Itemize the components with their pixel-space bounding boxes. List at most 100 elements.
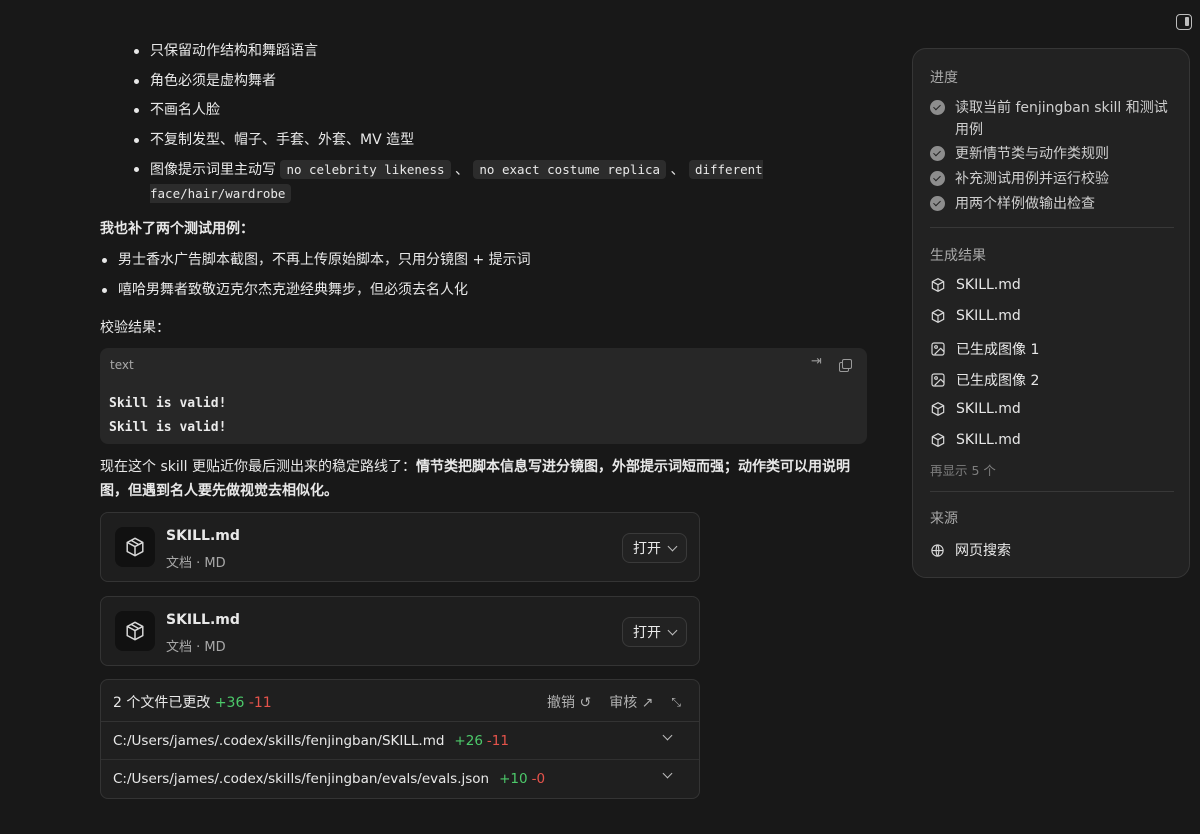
lines-added: +36 [214, 695, 245, 711]
file-name: SKILL.md [166, 612, 240, 628]
open-label: 打开 [633, 541, 661, 557]
changed-file-row[interactable]: C:/Users/james/.codex/skills/fenjingban/… [101, 722, 699, 760]
chevron-down-icon[interactable] [662, 730, 673, 741]
chevron-down-icon [667, 541, 678, 551]
progress-panel: 进度 读取当前 fenjingban skill 和测试用例 更新情节类与动作类… [912, 48, 1190, 578]
changed-files-title: 2 个文件已更改 +36 -11 [113, 692, 272, 712]
file-card[interactable]: SKILL.md 文档 · MD 打开 [100, 596, 700, 666]
progress-title: 进度 [930, 70, 958, 86]
check-circle-icon [930, 196, 945, 211]
review-button[interactable]: 审核 ↗ [609, 692, 653, 712]
open-button[interactable]: 打开 [622, 617, 687, 647]
undo-button[interactable]: 撤销 ↺ [547, 692, 591, 712]
divider [930, 227, 1174, 228]
test-case-list: 男士香水广告脚本截图，不再上传原始脚本，只用分镜图 + 提示词 嘻哈男舞者致敬迈… [96, 249, 856, 301]
file-meta: 文档 · MD [166, 556, 226, 571]
cube-icon [115, 611, 155, 651]
list-item: 男士香水广告脚本截图，不再上传原始脚本，只用分镜图 + 提示词 [96, 249, 856, 271]
list-item: 角色必须是虚构舞者 [128, 70, 868, 92]
code-language-label: text [110, 358, 134, 372]
source-item[interactable]: 网页搜索 [930, 540, 1011, 560]
show-more-link[interactable]: 再显示 5 个 [930, 460, 996, 479]
rule-list: 只保留动作结构和舞蹈语言 角色必须是虚构舞者 不画名人脸 不复制发型、帽子、手套… [128, 40, 868, 214]
file-path: C:/Users/james/.codex/skills/fenjingban/… [113, 732, 445, 749]
collapse-icon[interactable]: ⤡ [671, 695, 681, 710]
cube-icon [931, 278, 945, 292]
check-circle-icon [930, 171, 945, 186]
list-item: 嘻哈男舞者致敬迈克尔杰克逊经典舞步，但必须去名人化 [96, 279, 856, 301]
cube-icon [115, 527, 155, 567]
result-label: SKILL.md [956, 308, 1021, 324]
external-arrow-icon: ↗ [641, 695, 654, 711]
result-label: 已生成图像 1 [956, 342, 1040, 358]
wrap-icon[interactable] [811, 354, 825, 372]
progress-step: 用两个样例做输出检查 [930, 193, 1180, 215]
changed-files-card: 2 个文件已更改 +36 -11 撤销 ↺ 审核 ↗ ⤡ C:/Users/ja… [100, 679, 700, 799]
result-item[interactable]: SKILL.md [930, 401, 1021, 417]
lines-added: +26 [454, 732, 483, 749]
separator: 、 [454, 162, 469, 179]
cube-icon [931, 433, 945, 447]
undo-icon: ↺ [579, 695, 592, 711]
step-label: 补充测试用例并运行校验 [955, 171, 1109, 187]
chevron-down-icon [667, 625, 678, 635]
changed-file-row[interactable]: C:/Users/james/.codex/skills/fenjingban/… [101, 760, 699, 798]
file-name: SKILL.md [166, 528, 240, 544]
file-card[interactable]: SKILL.md 文档 · MD 打开 [100, 512, 700, 582]
list-item: 不复制发型、帽子、手套、外套、MV 造型 [128, 129, 868, 151]
result-label: SKILL.md [956, 277, 1021, 293]
result-item[interactable]: 已生成图像 1 [930, 339, 1039, 359]
result-label: 已生成图像 2 [956, 373, 1040, 389]
summary-text: 现在这个 skill 更贴近你最后测出来的稳定路线了：情节类把脚本信息写进分镜图… [100, 455, 870, 503]
cube-icon [931, 402, 945, 416]
lines-added: +10 [499, 771, 528, 787]
cube-icon [931, 309, 945, 323]
image-icon [931, 342, 945, 356]
summary-plain: 现在这个 skill 更贴近你最后测出来的稳定路线了： [100, 459, 416, 475]
inline-code: no celebrity likeness [280, 160, 451, 180]
lines-removed: -0 [531, 771, 546, 787]
file-path: C:/Users/james/.codex/skills/fenjingban/… [113, 771, 490, 787]
divider [930, 491, 1174, 492]
copy-icon[interactable] [839, 358, 853, 372]
progress-step: 更新情节类与动作类规则 [930, 143, 1180, 165]
result-label: SKILL.md [956, 401, 1021, 417]
open-button[interactable]: 打开 [622, 533, 687, 563]
step-label: 更新情节类与动作类规则 [955, 146, 1109, 162]
file-meta: 文档 · MD [166, 640, 226, 655]
lines-removed: -11 [486, 732, 509, 749]
review-label: 审核 [609, 695, 638, 711]
test-intro: 我也补了两个测试用例： [100, 221, 254, 237]
result-item[interactable]: SKILL.md [930, 432, 1021, 448]
result-item[interactable]: SKILL.md [930, 308, 1021, 324]
validate-label: 校验结果： [100, 320, 170, 336]
result-item[interactable]: 已生成图像 2 [930, 370, 1039, 390]
check-circle-icon [930, 100, 945, 115]
check-circle-icon [930, 146, 945, 161]
progress-step: 读取当前 fenjingban skill 和测试用例 [930, 97, 1180, 141]
list-item: 图像提示词里主动写 no celebrity likeness 、 no exa… [128, 158, 868, 206]
changed-files-header: 2 个文件已更改 +36 -11 撤销 ↺ 审核 ↗ ⤡ [101, 680, 699, 722]
prompt-rule-text: 图像提示词里主动写 [150, 162, 276, 179]
sources-title: 来源 [930, 511, 958, 527]
lines-removed: -11 [248, 695, 272, 711]
inline-code: no exact costume replica [473, 160, 667, 180]
image-icon [931, 373, 945, 387]
result-item[interactable]: SKILL.md [930, 277, 1021, 293]
code-block: text Skill is valid! Skill is valid! [100, 348, 867, 444]
list-item: 只保留动作结构和舞蹈语言 [128, 40, 868, 62]
code-content: Skill is valid! Skill is valid! [109, 396, 227, 435]
chevron-down-icon[interactable] [662, 768, 673, 779]
step-label: 读取当前 fenjingban skill 和测试用例 [955, 100, 1168, 138]
source-label: 网页搜索 [955, 543, 1011, 559]
open-label: 打开 [633, 625, 661, 641]
globe-icon [931, 543, 944, 557]
step-label: 用两个样例做输出检查 [955, 196, 1095, 212]
separator: 、 [670, 162, 685, 179]
toggle-sidebar-button[interactable] [1176, 14, 1192, 30]
undo-label: 撤销 [547, 695, 576, 711]
list-item: 不画名人脸 [128, 99, 868, 121]
results-title: 生成结果 [930, 248, 986, 264]
changed-files-label: 2 个文件已更改 [113, 695, 211, 711]
progress-step: 补充测试用例并运行校验 [930, 168, 1180, 190]
